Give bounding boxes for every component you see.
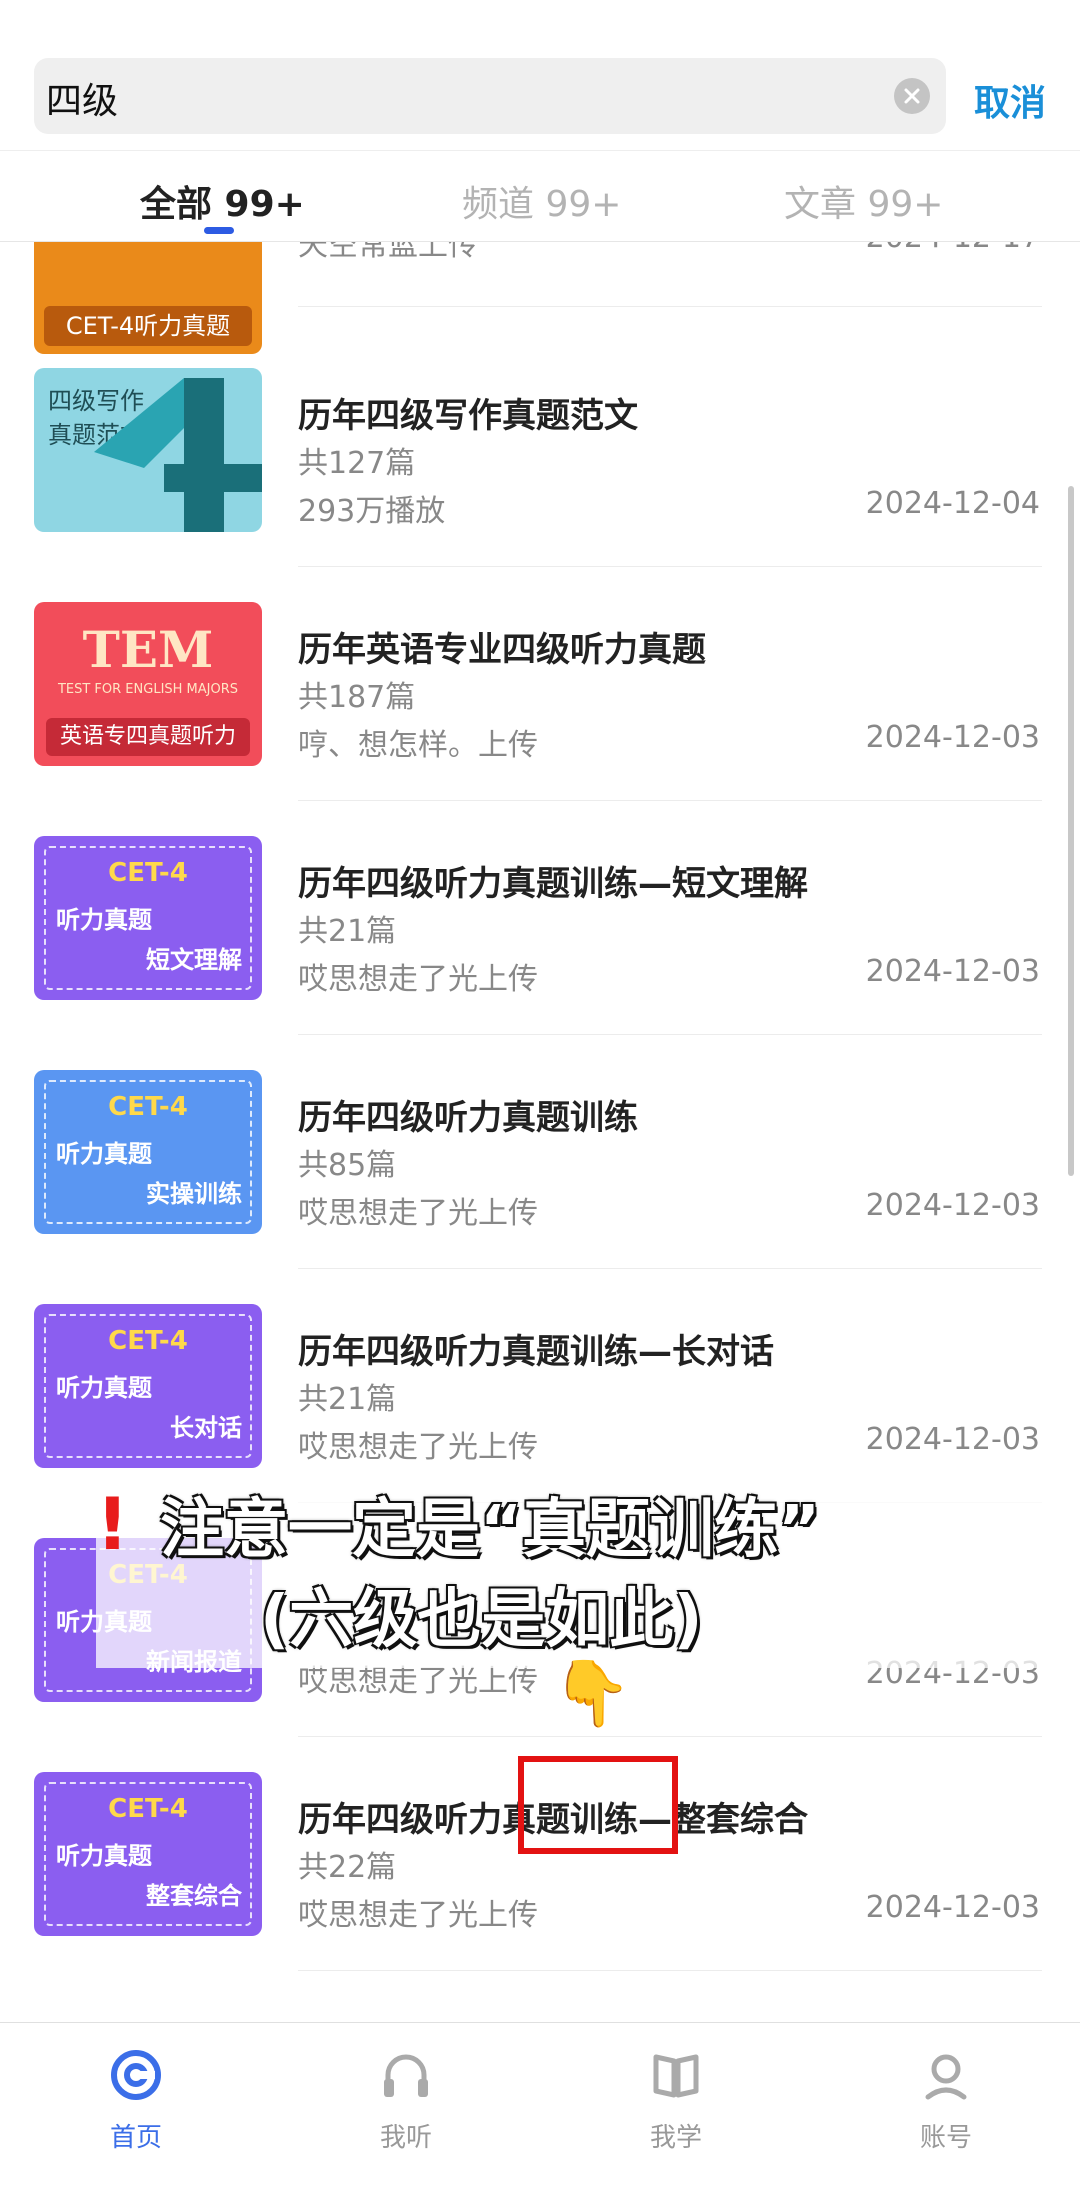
thumbnail-mid: 听力真题: [56, 1374, 152, 1402]
thumbnail: CET-4听力真题: [34, 242, 262, 354]
thumbnail-bottom: 整套综合: [146, 1882, 242, 1910]
uploader: 哎思想走了光上传: [298, 962, 538, 997]
nav-label: 账号: [919, 2123, 972, 2153]
uploader: 哎思想走了光上传: [298, 1430, 538, 1465]
nav-listen[interactable]: 我听: [336, 2045, 476, 2154]
uploader: 哼、想怎样。上传: [298, 728, 538, 763]
divider: [298, 1970, 1042, 1971]
date: 2024-12-03: [865, 1422, 1040, 1457]
thumbnail-label: 英语专四真题听力: [46, 718, 250, 756]
exclamation-icon: !: [96, 1482, 129, 1566]
account-icon: [925, 2054, 967, 2100]
clear-icon[interactable]: [894, 78, 930, 114]
nav-home[interactable]: 首页: [66, 2045, 206, 2154]
tab-indicator: [204, 227, 234, 234]
tab-all[interactable]: 全部 99+: [140, 175, 305, 227]
highlight-box: [518, 1756, 678, 1854]
search-header: 四级 取消: [0, 0, 1080, 150]
uploader: 哎思想走了光上传: [298, 1196, 538, 1231]
list-item[interactable]: 四级写作 真题范文 历年四级写作真题范文 共127篇 293万播放 2024-12…: [0, 342, 1080, 576]
search-input[interactable]: 四级: [34, 58, 946, 134]
item-count: 共85篇: [298, 1148, 397, 1183]
date: 2024-12-03: [865, 1890, 1040, 1925]
divider: [298, 1268, 1042, 1269]
item-count: 共21篇: [298, 914, 397, 949]
annotation-line-1: 注意一定是“真题训练”: [160, 1493, 821, 1567]
thumbnail: 四级写作 真题范文: [34, 368, 262, 532]
nav-label: 我听: [379, 2123, 432, 2153]
result-tabs: 全部 99+ 频道 99+ 文章 99+: [0, 150, 1080, 242]
uploader: 天空常蓝上传: [298, 242, 478, 263]
date: 2024-12-03: [865, 954, 1040, 989]
thumbnail: CET-4 听力真题 整套综合: [34, 1772, 262, 1936]
divider: [298, 1736, 1042, 1737]
item-count: 共21篇: [298, 1382, 397, 1417]
thumbnail-top: CET-4: [108, 858, 188, 888]
thumbnail-big-text: TEM: [82, 620, 214, 679]
pointing-hand-icon: 👇: [552, 1657, 632, 1731]
thumbnail-bottom: 实操训练: [146, 1180, 242, 1208]
thumbnail: CET-4 听力真题 短文理解: [34, 836, 262, 1000]
divider: [298, 800, 1042, 801]
uploader: 哎思想走了光上传: [298, 1898, 538, 1933]
thumbnail-top: CET-4: [108, 1326, 188, 1356]
list-item[interactable]: TEM TEST FOR ENGLISH MAJORS 英语专四真题听力 历年英…: [0, 576, 1080, 810]
date: 2024-12-03: [865, 720, 1040, 755]
result-list: CET-4听力真题 天空常蓝上传 2024-12-17 四级写作真题范文 历年四…: [0, 242, 1080, 2022]
item-count: 共22篇: [298, 1850, 397, 1885]
nav-learn[interactable]: 我学: [606, 2045, 746, 2154]
item-count: 共127篇: [298, 446, 416, 481]
thumbnail-label: CET-4听力真题: [44, 306, 252, 346]
date: 2024-12-03: [865, 1188, 1040, 1223]
thumbnail-mid: 听力真题: [56, 906, 152, 934]
item-title: 历年四级写作真题范文: [298, 396, 638, 436]
search-query[interactable]: 四级: [46, 72, 118, 124]
nav-account[interactable]: 账号: [876, 2045, 1016, 2154]
item-title: 历年四级听力真题训练—短文理解: [298, 864, 808, 904]
tab-articles[interactable]: 文章 99+: [784, 175, 943, 227]
date: 2024-12-17: [866, 242, 1040, 255]
bottom-nav: 首页 我听 我学 账号: [0, 2022, 1080, 2188]
list-item[interactable]: CET-4 听力真题 实操训练 历年四级听力真题训练 共85篇 哎思想走了光上传…: [0, 1044, 1080, 1278]
date: 2024-12-04: [865, 486, 1040, 521]
tab-channels[interactable]: 频道 99+: [462, 175, 621, 227]
scrollbar[interactable]: [1068, 486, 1074, 1176]
divider: [298, 306, 1042, 307]
thumbnail: CET-4 听力真题 长对话: [34, 1304, 262, 1468]
cancel-button[interactable]: 取消: [974, 74, 1046, 126]
thumbnail-top: CET-4: [108, 1794, 188, 1824]
thumbnail-top: CET-4: [108, 1092, 188, 1122]
thumbnail-mid: 听力真题: [56, 1842, 152, 1870]
item-title: 历年四级听力真题训练: [298, 1098, 638, 1138]
annotation-line-2: (六级也是如此): [260, 1583, 703, 1657]
list-item[interactable]: CET-4 听力真题 短文理解 历年四级听力真题训练—短文理解 共21篇 哎思想…: [0, 810, 1080, 1044]
item-title: 历年四级听力真题训练—长对话: [298, 1332, 774, 1372]
nav-label: 首页: [109, 2123, 162, 2153]
play-count: 293万播放: [298, 494, 446, 529]
thumbnail-mid: 听力真题: [56, 1140, 152, 1168]
thumbnail: CET-4 听力真题 实操训练: [34, 1070, 262, 1234]
number-four-graphic: [94, 378, 262, 532]
list-item[interactable]: CET-4听力真题 天空常蓝上传 2024-12-17: [0, 242, 1080, 354]
item-count: 共187篇: [298, 680, 416, 715]
thumbnail: TEM TEST FOR ENGLISH MAJORS 英语专四真题听力: [34, 602, 262, 766]
home-icon: [111, 2050, 161, 2100]
book-icon: [653, 2054, 699, 2098]
item-title: 历年英语专业四级听力真题: [298, 630, 706, 670]
nav-label: 我学: [649, 2123, 702, 2153]
divider: [298, 566, 1042, 567]
thumbnail-bottom: 短文理解: [146, 946, 242, 974]
divider: [298, 1034, 1042, 1035]
thumbnail-bottom: 长对话: [170, 1414, 242, 1442]
headphones-icon: [384, 2054, 428, 2097]
thumbnail-sub-text: TEST FOR ENGLISH MAJORS: [57, 682, 239, 697]
